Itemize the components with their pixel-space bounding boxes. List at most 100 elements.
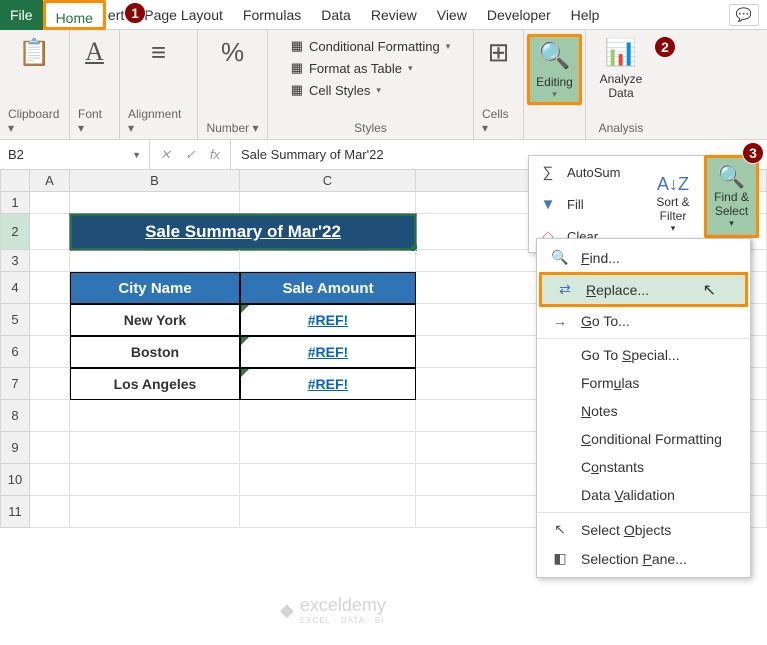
cell[interactable] [30,250,70,272]
menu-formulas[interactable]: Formulas [537,369,750,397]
editing-button[interactable]: 🔍Editing▾ [527,34,582,105]
row-header-9[interactable]: 9 [0,432,30,464]
row-header-4[interactable]: 4 [0,272,30,304]
cell[interactable] [240,432,416,464]
replace-icon: ⇄ [556,281,574,298]
row-header-7[interactable]: 7 [0,368,30,400]
fx-icon[interactable]: fx [210,147,220,162]
enter-icon[interactable]: ✓ [185,147,196,163]
cell[interactable] [70,496,240,528]
cell[interactable] [30,304,70,336]
header-amount[interactable]: Sale Amount [240,272,416,304]
menu-data[interactable]: Data [311,0,361,30]
row-header-5[interactable]: 5 [0,304,30,336]
cell[interactable] [30,496,70,528]
amount-cell[interactable]: #REF! [240,336,416,368]
menu-selection-pane[interactable]: ◧Selection Pane... [537,544,750,573]
header-city[interactable]: City Name [70,272,240,304]
menu-data-validation[interactable]: Data Validation [537,481,750,509]
clipboard-icon: 📋 [18,36,50,68]
cell[interactable] [30,432,70,464]
col-header-a[interactable]: A [30,170,70,192]
cells-button[interactable]: ⊞ [482,34,516,74]
label-analysis: Analysis [599,119,644,137]
format-as-table-button[interactable]: ▦ Format as Table ▾ [291,60,451,76]
error-indicator-icon[interactable] [241,305,249,313]
menu-select-objects[interactable]: ↖Select Objects [537,512,750,544]
cell[interactable] [70,400,240,432]
find-select-button[interactable]: 🔍 Find & Select▾ [704,155,759,238]
font-button[interactable]: A [79,34,110,74]
row-header-10[interactable]: 10 [0,464,30,496]
cell[interactable] [240,400,416,432]
amount-cell[interactable]: #REF! [240,304,416,336]
city-cell[interactable]: Boston [70,336,240,368]
row-header-1[interactable]: 1 [0,192,30,214]
conditional-formatting-button[interactable]: ▦ Conditional Formatting ▾ [291,38,451,54]
amount-cell[interactable]: #REF! [240,368,416,400]
name-box[interactable]: B2▼ [0,140,150,169]
menu-file[interactable]: File [0,0,43,30]
formula-bar-buttons: ✕ ✓ fx [150,140,231,169]
percent-icon: % [221,36,244,68]
cell[interactable] [240,464,416,496]
error-indicator-icon[interactable] [241,369,249,377]
menu-find[interactable]: 🔍Find... [537,243,750,272]
menu-constants[interactable]: Constants [537,453,750,481]
error-indicator-icon[interactable] [241,337,249,345]
cell[interactable] [30,336,70,368]
number-button[interactable]: % [215,34,250,74]
cell[interactable] [70,250,240,272]
select-all-button[interactable] [0,170,30,192]
table-icon: ▦ [291,60,303,76]
menu-notes[interactable]: Notes [537,397,750,425]
cell[interactable] [240,496,416,528]
find-select-menu: 🔍Find... ⇄Replace...↖ →Go To... Go To Sp… [536,238,751,578]
cell[interactable] [30,368,70,400]
comments-button[interactable]: 💬 [729,4,759,26]
cell[interactable] [30,272,70,304]
logo-icon: ◆ [280,600,294,621]
clipboard-button[interactable]: 📋 [12,34,56,74]
menu-page-layout[interactable]: Page Layout [134,0,233,30]
row-header-6[interactable]: 6 [0,336,30,368]
sort-filter-button[interactable]: A↓Z Sort & Filter▾ [649,174,697,234]
chevron-down-icon[interactable]: ▼ [132,150,141,160]
city-cell[interactable]: New York [70,304,240,336]
ribbon: 📋 Clipboard ▾ A Font ▾ ≡ Alignment ▾ % N… [0,30,767,140]
city-cell[interactable]: Los Angeles [70,368,240,400]
col-header-c[interactable]: C [240,170,416,192]
cell[interactable] [30,400,70,432]
title-cell[interactable]: Sale Summary of Mar'22 [70,214,416,250]
menu-developer[interactable]: Developer [477,0,561,30]
row-header-8[interactable]: 8 [0,400,30,432]
cells-icon: ⊞ [488,36,510,68]
col-header-b[interactable]: B [70,170,240,192]
cell[interactable] [30,214,70,250]
row-header-2[interactable]: 2 [0,214,30,250]
cell[interactable] [70,432,240,464]
row-header-3[interactable]: 3 [0,250,30,272]
menu-replace[interactable]: ⇄Replace...↖ [542,275,745,304]
alignment-button[interactable]: ≡ [145,34,172,74]
cell[interactable] [30,192,70,214]
analyze-data-button[interactable]: 📊Analyze Data [594,34,649,102]
cell[interactable] [240,250,416,272]
menu-conditional-formatting[interactable]: Conditional Formatting [537,425,750,453]
cell[interactable] [70,192,240,214]
cell[interactable] [30,464,70,496]
menu-help[interactable]: Help [561,0,610,30]
menu-goto[interactable]: →Go To... [537,307,750,335]
cancel-icon[interactable]: ✕ [160,147,171,163]
find-select-wrap: 🔍 Find & Select▾ [704,155,759,238]
cell-styles-button[interactable]: ▦ Cell Styles ▾ [291,82,451,98]
menu-home[interactable]: Home [43,0,106,30]
menu-goto-special[interactable]: Go To Special... [537,338,750,369]
cell[interactable] [70,464,240,496]
menu-review[interactable]: Review [361,0,427,30]
cursor-icon: ↖ [703,280,716,300]
menu-formulas[interactable]: Formulas [233,0,311,30]
cell[interactable] [240,192,416,214]
row-header-11[interactable]: 11 [0,496,30,528]
menu-view[interactable]: View [427,0,477,30]
